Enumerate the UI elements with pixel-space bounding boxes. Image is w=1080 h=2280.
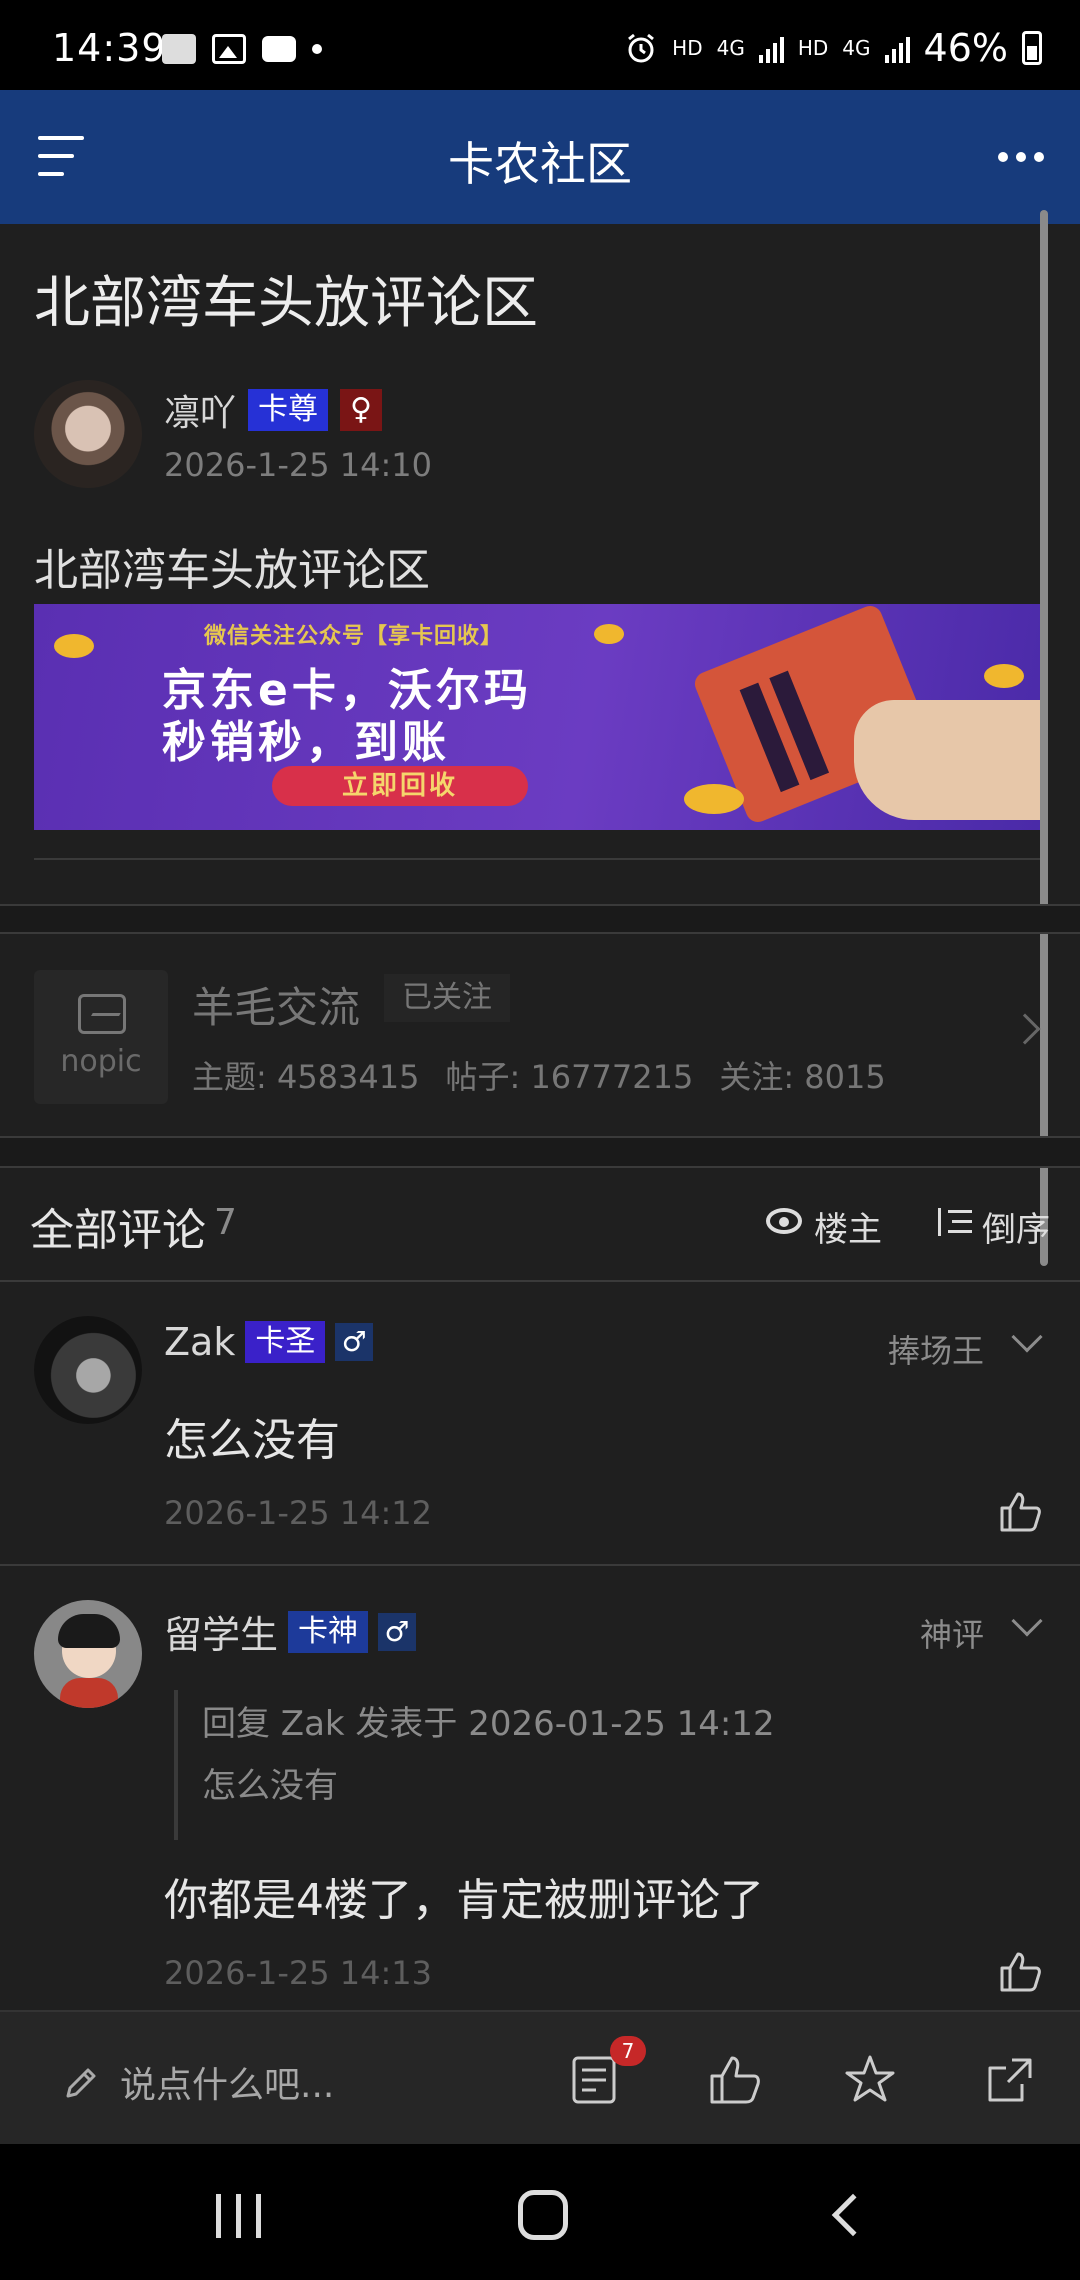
commenter-info: 留学生 卡神 ♂ bbox=[164, 1604, 417, 1659]
recents-button[interactable] bbox=[216, 2194, 264, 2238]
male-gender-icon: ♂ bbox=[378, 1612, 417, 1651]
hand-illustration bbox=[854, 700, 1040, 820]
app-notification-icon bbox=[162, 34, 196, 64]
comment-text: 怎么没有 bbox=[164, 1415, 340, 1466]
comment-text: 你都是4楼了，肯定被删评论了 bbox=[164, 1875, 764, 1926]
status-right: HD 4G HD 4G 46% bbox=[624, 26, 1042, 70]
sort-icon[interactable] bbox=[938, 1208, 972, 1236]
banner-top-text: 微信关注公众号【享卡回收】 bbox=[204, 624, 504, 649]
coin-illustration bbox=[984, 664, 1024, 688]
chevron-down-icon[interactable] bbox=[1011, 1605, 1043, 1637]
battery-icon bbox=[1022, 31, 1042, 65]
coin-illustration bbox=[594, 624, 624, 644]
more-notifications-icon bbox=[312, 44, 322, 54]
author-avatar[interactable] bbox=[34, 380, 142, 488]
comments-count: 7 bbox=[214, 1202, 237, 1243]
divider bbox=[0, 1564, 1080, 1566]
forum-image-placeholder: nopic bbox=[34, 970, 168, 1104]
eye-icon[interactable] bbox=[766, 1208, 802, 1234]
forum-stats: 主题: 4583415 帖子: 16777215 关注: 8015 bbox=[192, 1052, 886, 1098]
nopic-text: nopic bbox=[60, 1044, 142, 1079]
banner-cta-button[interactable]: 立即回收 bbox=[272, 766, 528, 806]
system-nav-bar bbox=[0, 2144, 1080, 2280]
comments-title: 全部评论 bbox=[30, 1205, 206, 1256]
battery-percent: 46% bbox=[923, 26, 1008, 70]
female-gender-icon: ♀ bbox=[340, 389, 383, 431]
alarm-icon bbox=[628, 33, 655, 63]
comments-count-badge: 7 bbox=[610, 2036, 646, 2066]
quote-text: 怎么没有 bbox=[202, 1766, 338, 1806]
post-body: 北部湾车头放评论区 bbox=[34, 545, 430, 596]
commenter-name[interactable]: Zak bbox=[164, 1320, 235, 1364]
male-gender-icon: ♂ bbox=[335, 1323, 374, 1361]
network-hd-1: HD bbox=[672, 36, 703, 60]
commenter-rank-badge: 卡圣 bbox=[245, 1321, 326, 1363]
app-header: 卡农社区 bbox=[0, 90, 1080, 224]
divider bbox=[0, 932, 1080, 934]
bottom-action-bar: 说点什么吧... 7 bbox=[0, 2010, 1080, 2144]
network-type-2: 4G bbox=[842, 36, 871, 60]
share-icon[interactable] bbox=[982, 2052, 1038, 2108]
gallery-notification-icon bbox=[212, 34, 246, 64]
pencil-icon bbox=[66, 2068, 96, 2098]
status-bar: 14:39 HD 4G HD 4G 46% bbox=[0, 0, 1080, 90]
comment-time: 2026-1-25 14:13 bbox=[164, 1954, 432, 1992]
chevron-down-icon[interactable] bbox=[1011, 1321, 1043, 1353]
message-notification-icon bbox=[262, 36, 296, 62]
post-time: 2026-1-25 14:10 bbox=[164, 446, 432, 484]
comment-time: 2026-1-25 14:12 bbox=[164, 1494, 432, 1532]
thumbs-up-icon[interactable] bbox=[706, 2052, 762, 2108]
thumbs-up-icon[interactable] bbox=[998, 1490, 1042, 1532]
chevron-right-icon bbox=[1009, 1013, 1041, 1045]
author-name[interactable]: 凛吖 bbox=[164, 384, 236, 436]
commenter-name[interactable]: 留学生 bbox=[164, 1604, 278, 1659]
coin-illustration bbox=[54, 634, 94, 658]
scrollbar[interactable] bbox=[1040, 210, 1048, 1266]
author-rank-badge: 卡尊 bbox=[248, 389, 329, 431]
commenter-info: Zak 卡圣 ♂ bbox=[164, 1320, 374, 1364]
comment-tag: 神评 bbox=[920, 1616, 985, 1654]
signal-icon-1 bbox=[758, 33, 784, 63]
home-button[interactable] bbox=[518, 2190, 568, 2240]
ad-banner[interactable]: 微信关注公众号【享卡回收】 京东e卡，沃尔玛 秒销秒，到账 立即回收 bbox=[34, 604, 1040, 830]
comment-input[interactable]: 说点什么吧... bbox=[120, 2056, 334, 2108]
post-title: 北部湾车头放评论区 bbox=[34, 271, 538, 336]
quoted-reply: 回复 Zak 发表于 2026-01-25 14:12 怎么没有 bbox=[174, 1690, 775, 1840]
more-icon[interactable] bbox=[998, 152, 1044, 162]
commenter-rank-badge: 卡神 bbox=[288, 1610, 369, 1653]
banner-line2: 秒销秒，到账 bbox=[162, 717, 450, 768]
divider bbox=[0, 1166, 1080, 1168]
section-gap bbox=[0, 906, 1080, 934]
quote-header: 回复 Zak 发表于 2026-01-25 14:12 bbox=[202, 1704, 775, 1744]
section-gap bbox=[0, 1138, 1080, 1166]
coin-illustration bbox=[684, 784, 744, 814]
comment-tag: 捧场王 bbox=[888, 1332, 985, 1370]
forum-topics: 主题: 4583415 bbox=[192, 1058, 420, 1096]
thumbs-up-icon[interactable] bbox=[998, 1950, 1042, 1992]
author-info: 凛吖 卡尊 ♀ bbox=[164, 384, 383, 436]
back-button[interactable] bbox=[831, 2193, 875, 2237]
image-icon bbox=[78, 994, 126, 1034]
forum-followers: 关注: 8015 bbox=[719, 1058, 886, 1096]
forum-name: 羊毛交流 bbox=[192, 983, 361, 1032]
commenter-avatar[interactable] bbox=[34, 1316, 142, 1424]
network-hd-2: HD bbox=[797, 36, 829, 60]
signal-icon-2 bbox=[884, 33, 910, 63]
op-only-filter[interactable]: 楼主 bbox=[814, 1202, 882, 1251]
status-time: 14:39 bbox=[52, 26, 167, 70]
commenter-avatar[interactable] bbox=[34, 1600, 142, 1708]
divider bbox=[34, 858, 1040, 860]
follow-button[interactable]: 已关注 bbox=[384, 974, 510, 1022]
header-title: 卡农社区 bbox=[448, 137, 632, 191]
sort-order-toggle[interactable]: 倒序 bbox=[982, 1202, 1050, 1251]
notification-icons bbox=[162, 34, 322, 64]
network-type-1: 4G bbox=[716, 36, 745, 60]
forum-posts: 帖子: 16777215 bbox=[445, 1058, 694, 1096]
star-icon[interactable] bbox=[842, 2052, 898, 2108]
divider bbox=[0, 1280, 1080, 1282]
